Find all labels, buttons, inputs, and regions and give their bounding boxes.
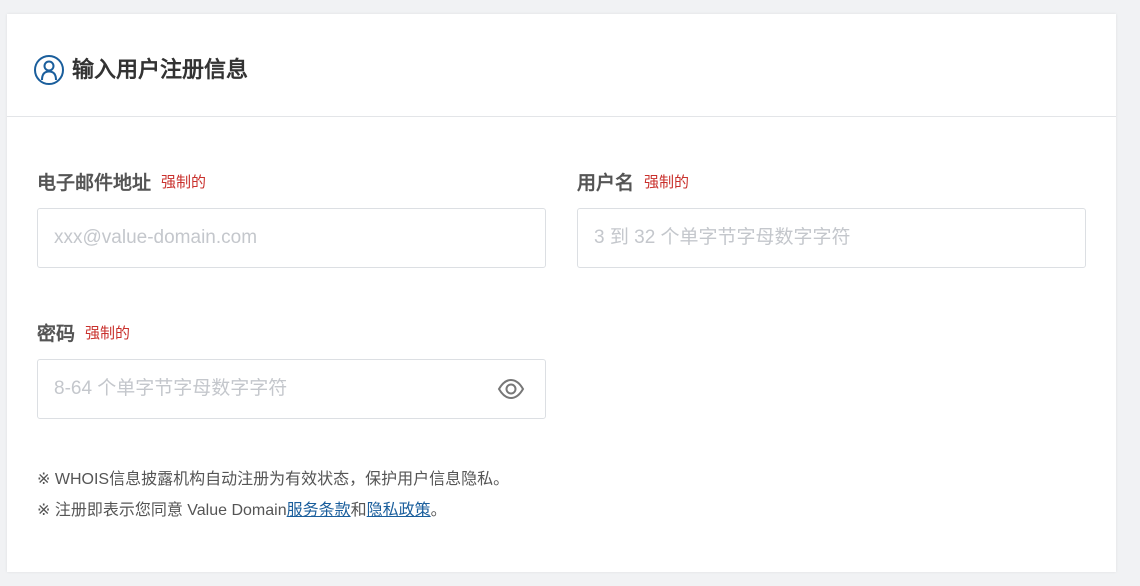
- eye-icon[interactable]: [497, 376, 525, 402]
- username-required-badge: 强制的: [644, 174, 690, 191]
- email-label: 电子邮件地址: [37, 173, 152, 194]
- email-label-row: 电子邮件地址 强制的: [37, 168, 206, 195]
- email-input[interactable]: [38, 209, 545, 267]
- agreement-note: ※ 注册即表示您同意 Value Domain服务条款和隐私政策。: [37, 495, 509, 526]
- agreement-note-prefix: ※ 注册即表示您同意 Value Domain: [37, 502, 287, 519]
- registration-card: 输入用户注册信息 电子邮件地址强制的 用户名强制的 密码强制的: [7, 14, 1116, 572]
- password-label-row: 密码 强制的: [37, 319, 130, 346]
- notes: ※ WHOIS信息披露机构自动注册为有效状态，保护用户信息隐私。 ※ 注册即表示…: [37, 464, 509, 526]
- page-title: 输入用户注册信息: [72, 57, 249, 82]
- user-circle-icon: [34, 55, 64, 85]
- agreement-conjunction: 和: [350, 502, 367, 519]
- username-input-box: [577, 208, 1086, 268]
- username-input[interactable]: [578, 209, 1085, 267]
- agreement-note-suffix: 。: [430, 502, 447, 519]
- password-input[interactable]: [38, 360, 545, 418]
- email-input-box: [37, 208, 546, 268]
- terms-of-service-link[interactable]: 服务条款: [287, 502, 351, 519]
- password-input-box: [37, 359, 546, 419]
- whois-note: ※ WHOIS信息披露机构自动注册为有效状态，保护用户信息隐私。: [37, 471, 510, 488]
- password-required-badge: 强制的: [85, 325, 131, 342]
- card-header: 输入用户注册信息: [7, 14, 1116, 117]
- username-label-row: 用户名 强制的: [577, 168, 689, 195]
- privacy-policy-link[interactable]: 隐私政策: [367, 502, 431, 519]
- username-label: 用户名: [577, 173, 635, 194]
- password-label: 密码: [37, 324, 76, 345]
- email-required-badge: 强制的: [161, 174, 207, 191]
